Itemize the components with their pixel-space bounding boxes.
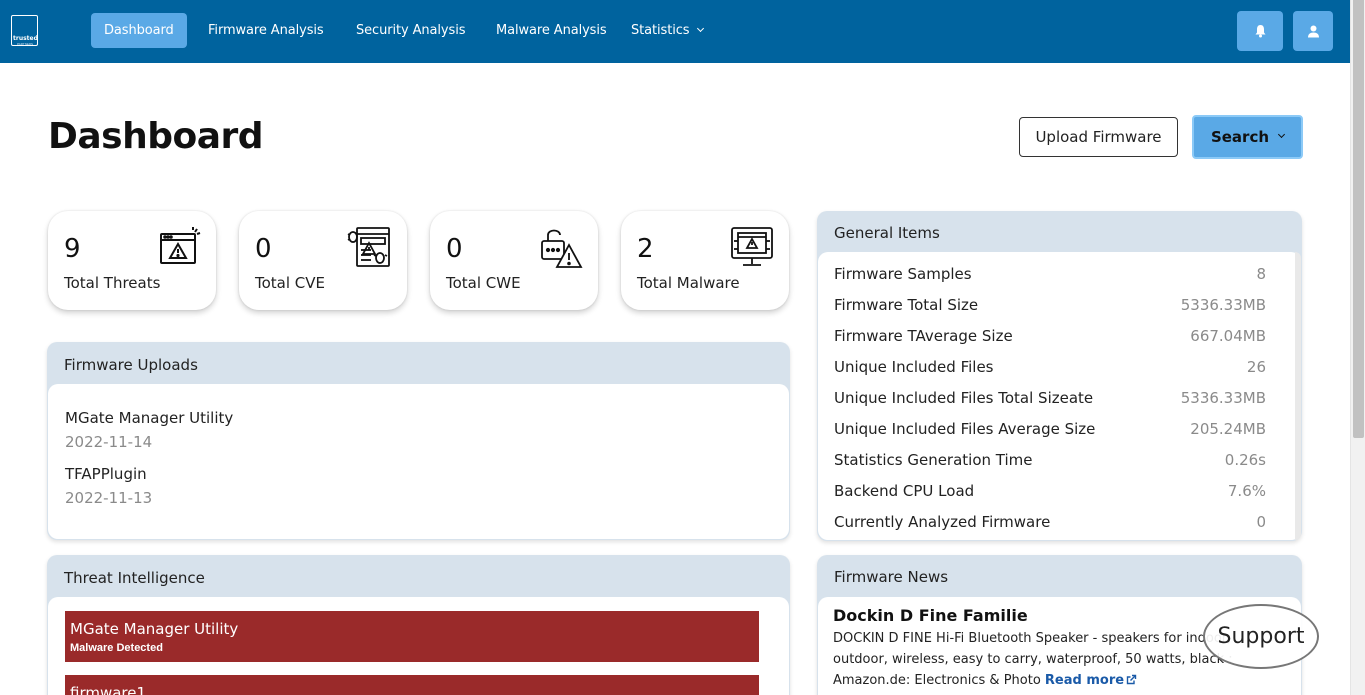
- stat-card-malware: 2 Total Malware: [621, 211, 789, 310]
- unlocked-warning-icon: [541, 229, 583, 268]
- stat-row-value: 26: [1246, 358, 1266, 376]
- stat-row-value: 667.04MB: [1190, 327, 1266, 345]
- news-body: DOCKIN D FINE Hi-Fi Bluetooth Speaker - …: [833, 628, 1263, 691]
- support-button[interactable]: Support: [1203, 604, 1319, 669]
- stat-row-value: 7.6%: [1227, 482, 1266, 500]
- stat-row-value: 0: [1256, 513, 1266, 531]
- stat-row: Firmware TAverage Size 667.04MB: [834, 327, 1266, 347]
- stat-row-value: 205.24MB: [1190, 420, 1266, 438]
- chevron-down-icon: [697, 24, 705, 33]
- panel-title: General Items: [834, 224, 940, 242]
- stat-row-value: 5336.33MB: [1180, 389, 1266, 407]
- panel-body: Firmware Samples 8 Firmware Total Size 533…: [818, 252, 1301, 540]
- upload-item-name[interactable]: MGate Manager Utility: [65, 409, 233, 427]
- threat-item-name: MGate Manager Utility: [70, 620, 239, 638]
- stat-card-cwe: 0 Total CWE: [430, 211, 598, 310]
- upload-item-date: 2022-11-13: [65, 489, 153, 507]
- stat-label: Total Malware: [637, 274, 740, 292]
- nav-statistics[interactable]: Statistics: [618, 13, 716, 48]
- nav-security-analysis[interactable]: Security Analysis: [343, 13, 478, 48]
- news-body-text: DOCKIN D FINE Hi-Fi Bluetooth Speaker - …: [833, 631, 1233, 688]
- firmware-uploads-panel: Firmware Uploads MGate Manager Utility 2…: [47, 342, 790, 540]
- stat-row: Unique Included Files Total Sizeate 5336.…: [834, 389, 1266, 409]
- logo-subtext: PARTNERS: [16, 42, 34, 46]
- threat-intelligence-panel: Threat Intelligence MGate Manager Utilit…: [47, 555, 790, 695]
- stat-value: 2: [637, 234, 654, 264]
- external-link-icon: [1126, 674, 1137, 685]
- stat-row-label: Firmware Total Size: [834, 296, 979, 314]
- general-items-panel: General Items Firmware Samples 8 Firmware…: [817, 211, 1302, 541]
- nav-dashboard[interactable]: Dashboard: [91, 13, 187, 48]
- threat-item-status: Malware Detected: [70, 642, 163, 654]
- stat-row: Firmware Samples 8: [834, 265, 1266, 285]
- stat-row: Currently Analyzed Firmware 0: [834, 513, 1266, 533]
- threat-item-name: firmware1: [70, 684, 147, 695]
- stat-value: 0: [446, 234, 463, 264]
- stat-row-label: Backend CPU Load: [834, 482, 975, 500]
- search-button-label: Search: [1210, 128, 1270, 146]
- stat-row-label: Firmware TAverage Size: [834, 327, 1013, 345]
- page-scrollbar[interactable]: [1350, 0, 1365, 695]
- stat-label: Total CVE: [255, 274, 326, 292]
- stat-row-value: 5336.33MB: [1180, 296, 1266, 314]
- stat-row: Firmware Total Size 5336.33MB: [834, 296, 1266, 316]
- read-more-link[interactable]: Read more: [1045, 673, 1137, 688]
- panel-body: MGate Manager Utility Malware Detected f…: [48, 597, 789, 695]
- page-title: Dashboard: [48, 116, 264, 157]
- monitor-malware-icon: [731, 227, 773, 266]
- scrollbar-thumb[interactable]: [1353, 0, 1364, 438]
- bell-icon: [1255, 25, 1265, 38]
- stat-row-label: Statistics Generation Time: [834, 451, 1033, 469]
- threat-item[interactable]: firmware1: [65, 675, 759, 695]
- stat-row: Statistics Generation Time 0.26s: [834, 451, 1266, 471]
- upload-firmware-button[interactable]: Upload Firmware: [1019, 117, 1178, 157]
- stat-row: Backend CPU Load 7.6%: [834, 482, 1266, 502]
- upload-item-date: 2022-11-14: [65, 433, 153, 451]
- stat-row-label: Unique Included Files: [834, 358, 994, 376]
- stat-row-label: Unique Included Files Total Sizeate: [834, 389, 1094, 407]
- browser-warning-icon: [160, 227, 201, 264]
- panel-body: MGate Manager Utility 2022-11-14 TFAPPlu…: [48, 384, 789, 539]
- stat-row: Unique Included Files Average Size 205.24…: [834, 420, 1266, 440]
- stat-card-threats: 9 Total Threats: [48, 211, 216, 310]
- profile-button[interactable]: [1293, 11, 1333, 51]
- nav-statistics-label: Statistics: [631, 23, 690, 38]
- stat-label: Total CWE: [446, 274, 521, 292]
- news-headline[interactable]: Dockin D Fine Familie: [833, 606, 1028, 625]
- chevron-down-icon: [1277, 130, 1286, 138]
- stat-card-cve: 0 Total CVE: [239, 211, 407, 310]
- notifications-button[interactable]: [1237, 11, 1283, 51]
- panel-title: Firmware News: [834, 568, 949, 586]
- panel-title: Firmware Uploads: [64, 356, 198, 374]
- stat-row-value: 0.26s: [1224, 451, 1266, 469]
- stat-label: Total Threats: [64, 274, 161, 292]
- stat-row-label: Firmware Samples: [834, 265, 972, 283]
- stat-value: 9: [64, 234, 81, 264]
- user-icon: [1307, 25, 1319, 37]
- panel-scrollbar[interactable]: [1295, 252, 1301, 540]
- search-button[interactable]: Search: [1192, 115, 1303, 159]
- stat-row-label: Unique Included Files Average Size: [834, 420, 1096, 438]
- stat-row-label: Currently Analyzed Firmware: [834, 513, 1051, 531]
- upload-item-name[interactable]: TFAPPlugin: [65, 465, 147, 483]
- top-navbar: trusted PARTNERS Dashboard Firmware Anal…: [0, 0, 1350, 63]
- threat-item[interactable]: MGate Manager Utility Malware Detected: [65, 611, 759, 662]
- stat-value: 0: [255, 234, 272, 264]
- stat-row: Unique Included Files 26: [834, 358, 1266, 378]
- nav-malware-analysis[interactable]: Malware Analysis: [483, 13, 620, 48]
- nav-firmware-analysis[interactable]: Firmware Analysis: [195, 13, 337, 48]
- panel-title: Threat Intelligence: [64, 569, 205, 587]
- stat-row-value: 8: [1256, 265, 1266, 283]
- bug-document-icon: [347, 227, 390, 267]
- read-more-label: Read more: [1044, 673, 1125, 688]
